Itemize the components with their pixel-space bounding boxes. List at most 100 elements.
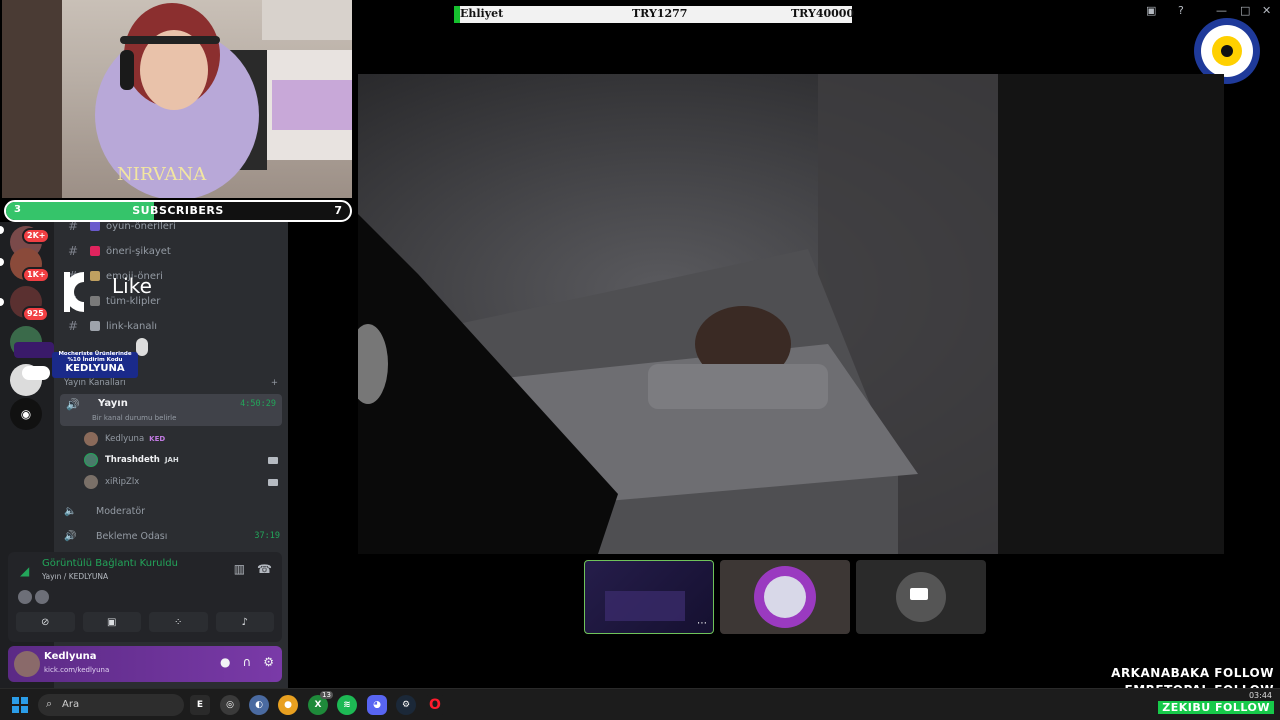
member-name: Kedlyuna	[105, 434, 145, 444]
channel-item[interactable]: # öneri-şikayet	[64, 239, 280, 263]
thumbnail-image	[605, 591, 685, 621]
settings-gear-icon[interactable]: ⚙	[263, 655, 274, 669]
search-icon: ⌕	[46, 697, 53, 710]
follow-line: ARKANABAKA FOLLOW	[1111, 666, 1274, 680]
webcam-overlay: NIRVANA	[2, 0, 352, 198]
avatar-inner	[764, 576, 806, 618]
user-panel: Kedlyuna kick.com/kedlyuna ● ∩ ⚙	[8, 646, 282, 682]
steam-icon[interactable]: ⚙	[396, 695, 416, 715]
disconnect-icon[interactable]: ☎	[257, 562, 272, 576]
voice-action-buttons: ⊘ ▣ ⁘ ♪	[16, 612, 274, 632]
camera-icon	[268, 456, 278, 464]
ticker-value-current: TRY1277	[632, 7, 688, 20]
maximize-icon[interactable]: □	[1240, 4, 1250, 17]
webcam-image: NIRVANA	[2, 0, 352, 198]
voice-channel-time: 37:19	[254, 531, 280, 541]
stream-thumbnails: ⋯	[584, 560, 986, 634]
channel-emoji-icon	[90, 321, 100, 331]
server-unread-dot	[0, 226, 4, 234]
voice-channel-name: Yayın	[98, 398, 128, 409]
voice-channel-status[interactable]: Bir kanal durumu belirle	[92, 414, 176, 422]
avatar	[18, 590, 32, 604]
more-options-icon[interactable]: ⋯	[697, 618, 707, 629]
voice-channel[interactable]: 🔊 Bekleme Odası 37:19	[64, 524, 280, 548]
ticker-value-goal: TRY40000	[791, 7, 855, 20]
speaker-icon: 🔊	[64, 530, 77, 542]
voice-member[interactable]: xiRipZlx	[84, 472, 278, 492]
soundboard-button[interactable]: ♪	[215, 612, 274, 632]
speaker-icon: 🔈	[64, 505, 77, 517]
chrome-icon[interactable]: ●	[278, 695, 298, 715]
keyboard-image	[14, 342, 54, 358]
eye-pupil	[1221, 45, 1233, 57]
channel-emoji-icon	[90, 246, 100, 256]
voice-member[interactable]: Kedlyuna KED	[84, 429, 278, 449]
channel-emoji-icon	[90, 221, 100, 231]
app-icon[interactable]: ◐	[249, 695, 269, 715]
signal-icon[interactable]: ◢	[20, 564, 29, 578]
server-unread-dot	[0, 258, 4, 266]
stream-thumbnail-camera-off[interactable]	[856, 560, 986, 634]
ticker-label: Ehliyet	[460, 7, 504, 20]
search-placeholder: Ara	[62, 699, 80, 710]
discover-icon[interactable]: ◉	[10, 398, 42, 430]
member-tag: JAH	[164, 456, 179, 464]
inbox-icon[interactable]: ▣	[1146, 4, 1156, 17]
stream-thumbnail-selected[interactable]: ⋯	[584, 560, 714, 634]
avatar[interactable]	[14, 651, 40, 677]
channel-item[interactable]: # link-kanalı	[64, 314, 280, 338]
camera-icon	[268, 478, 278, 486]
minimize-icon[interactable]: —	[1216, 4, 1227, 17]
server-badge: 925	[22, 306, 49, 322]
search-input[interactable]: ⌕ Ara	[38, 694, 184, 716]
username: Kedlyuna	[44, 651, 97, 662]
like-overlay: Like	[58, 268, 168, 316]
server-badge: 2K+	[22, 228, 51, 244]
hash-icon: #	[68, 319, 79, 333]
headphones-icon[interactable]: ∩	[242, 655, 251, 669]
donation-ticker: Ehliyet TRY1277 TRY40000	[454, 6, 855, 23]
noise-suppression-icon[interactable]: ▥	[234, 562, 245, 576]
voice-connection-title: Görüntülü Bağlantı Kuruldu	[42, 558, 178, 569]
follow-alert-highlight: ZEKIBU FOLLOW	[1158, 701, 1274, 714]
microphone-icon[interactable]: ●	[220, 655, 230, 669]
voice-channel-active[interactable]: 🔊 Yayın 4:50:29 Bir kanal durumu belirle	[60, 394, 282, 426]
member-tag: KED	[149, 435, 166, 443]
stream-thumbnail[interactable]	[720, 560, 850, 634]
member-name: xiRipZlx	[105, 477, 140, 487]
activities-button[interactable]: ⁘	[149, 612, 208, 632]
discord-icon[interactable]: ◕	[367, 695, 387, 715]
svg-text:NIRVANA: NIRVANA	[117, 164, 207, 185]
voice-member[interactable]: Thrashdeth JAH	[84, 450, 278, 470]
main-video-stream[interactable]	[358, 74, 1224, 554]
promo-code: KEDLYUNA	[65, 363, 125, 374]
help-icon[interactable]: ?	[1178, 4, 1184, 17]
avatar	[84, 432, 98, 446]
voice-connection-subtitle[interactable]: Yayın / KEDLYUNA	[42, 572, 108, 581]
camera-off-button[interactable]: ⊘	[16, 612, 75, 632]
voice-channel-name: Moderatör	[96, 505, 146, 517]
clock[interactable]: 03:44	[1249, 691, 1272, 700]
like-text: Like	[112, 274, 152, 298]
promo-line: Mocheriste Ürünlerinde %10 İndirim Kodu	[58, 351, 132, 363]
mouse-image	[22, 366, 50, 380]
screen-share-button[interactable]: ▣	[82, 612, 141, 632]
voice-channel-name: Bekleme Odası	[96, 530, 168, 542]
subscriber-goal: 7	[334, 204, 342, 217]
add-channel-icon[interactable]: +	[271, 378, 278, 388]
speaker-icon: 🔊	[66, 398, 80, 411]
epic-games-icon[interactable]: E	[190, 695, 210, 715]
subscriber-goal-bar: 3 SUBSCRIBERS 7	[4, 200, 352, 222]
close-icon[interactable]: ✕	[1262, 4, 1271, 17]
server-unread-dot	[0, 298, 4, 306]
app-icon[interactable]: ◎	[220, 695, 240, 715]
spotify-icon[interactable]: ≋	[337, 695, 357, 715]
voice-channel[interactable]: 🔈 Moderatör	[64, 499, 280, 523]
windows-start-icon[interactable]	[12, 697, 28, 713]
user-status: kick.com/kedlyuna	[44, 666, 110, 674]
member-name: Thrashdeth	[105, 455, 160, 465]
voice-avatars	[18, 590, 49, 604]
channel-name: link-kanalı	[106, 320, 158, 332]
subscriber-label: SUBSCRIBERS	[132, 204, 224, 217]
opera-icon[interactable]: O	[425, 695, 445, 715]
